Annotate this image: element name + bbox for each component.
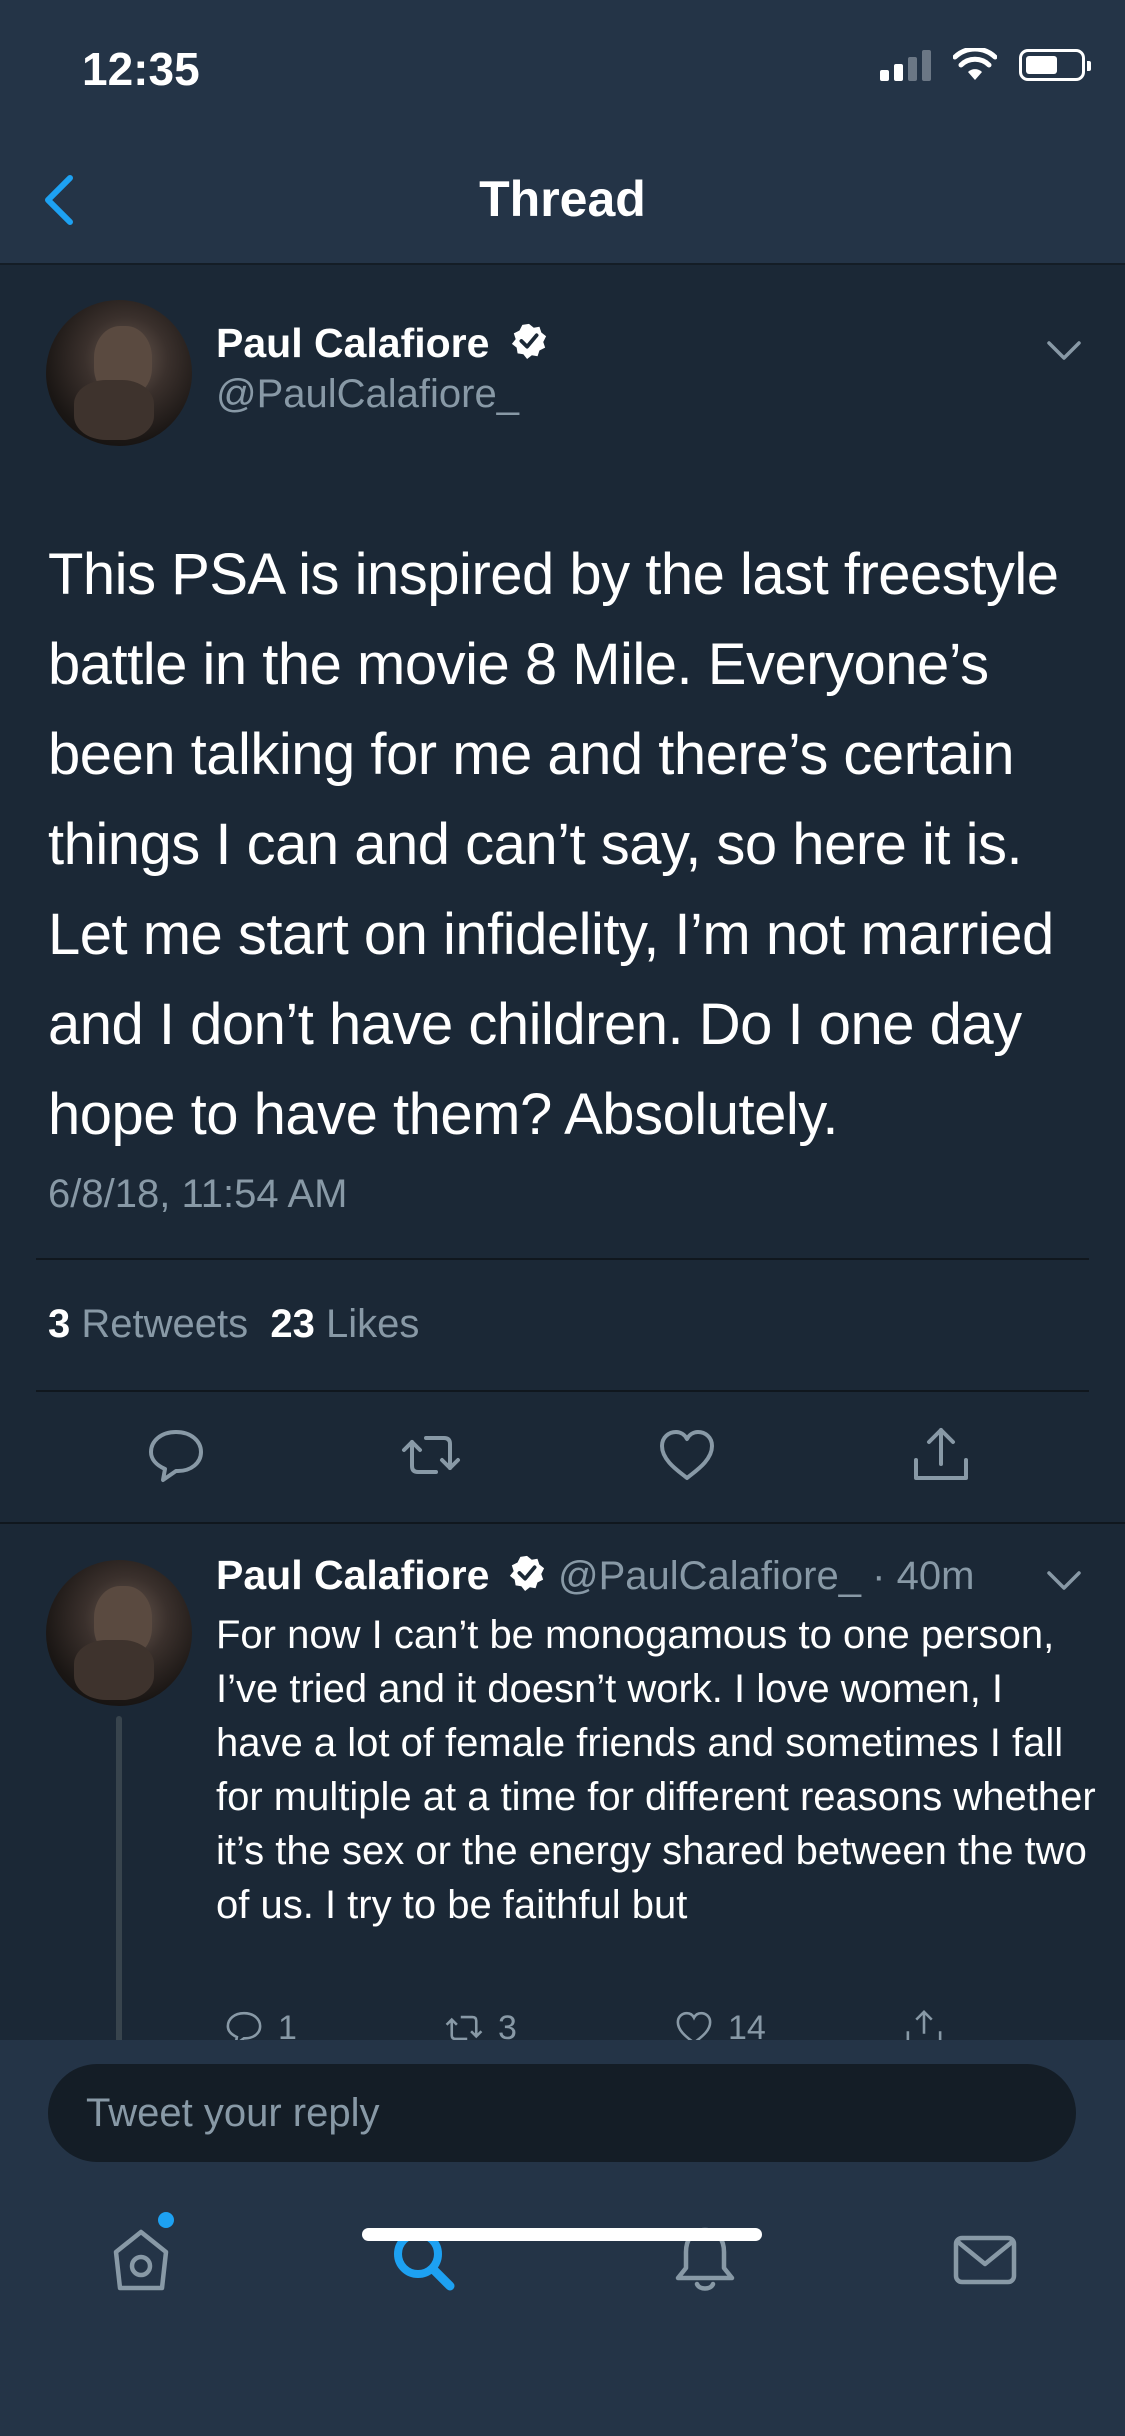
tweet-text: This PSA is inspired by the last freesty… [48,542,1059,1147]
reply-handle[interactable]: @PaulCalafiore_ [558,1554,861,1598]
envelope-icon[interactable] [948,2222,1022,2296]
tweet-timestamp: 6/8/18, 11:54 AM [48,1172,348,1216]
page-title: Thread [479,171,646,227]
reply-composer [0,2040,1125,2170]
battery-icon [1019,49,1091,81]
tweet-stats: 3 Retweets 23 Likes [48,1302,419,1347]
chevron-down-icon[interactable] [1046,1570,1082,1592]
tab-bar [0,2170,1125,2436]
reply-like-button[interactable]: 14 [672,2008,766,2040]
reply-meta: @PaulCalafiore_ · 40m [558,1554,974,1599]
avatar[interactable] [46,300,192,446]
verified-badge-icon [509,1555,545,1592]
reply-text: For now I can’t be monogamous to one per… [216,1613,1096,1927]
like-heart-icon [676,2011,712,2040]
avatar[interactable] [46,1560,192,1706]
share-icon [906,2010,942,2040]
reply-share-button[interactable] [902,2008,946,2040]
chevron-down-icon[interactable] [1046,340,1082,362]
status-bar: 12:35 [0,0,1125,130]
retweet-count: 3 [498,2008,517,2041]
home-icon[interactable] [104,2222,178,2296]
status-icons [880,48,1091,82]
status-time: 12:35 [82,43,200,95]
reply-retweet-button[interactable]: 3 [442,2008,517,2040]
share-icon[interactable] [910,1424,972,1486]
verified-badge-icon [511,323,547,360]
retweets-label[interactable]: Retweets [81,1302,248,1346]
reply-actions: 1 3 14 [216,2008,1016,2040]
reply-count: 1 [278,2008,297,2041]
home-indicator[interactable] [362,2228,762,2241]
reply-icon[interactable] [145,1424,207,1486]
author-handle[interactable]: @PaulCalafiore_ [216,372,519,417]
reply-icon [226,2011,262,2040]
retweet-icon[interactable] [400,1424,462,1486]
notification-dot [158,2212,174,2228]
divider [36,1258,1089,1260]
main-tweet[interactable]: Paul Calafiore @PaulCalafiore_ This PSA … [0,266,1125,1524]
reply-tweet[interactable]: Paul Calafiore @PaulCalafiore_ · 40m For… [0,1526,1125,2040]
reply-time: 40m [896,1554,975,1598]
retweet-icon [445,2015,483,2040]
divider [36,1390,1089,1392]
meta-separator: · [872,1554,886,1598]
reply-author-name[interactable]: Paul Calafiore [216,1552,489,1599]
likes-count[interactable]: 23 [270,1302,315,1346]
author-name[interactable]: Paul Calafiore [216,320,489,367]
likes-label[interactable]: Likes [326,1302,419,1346]
reply-input[interactable] [48,2064,1076,2162]
thread-line [116,1716,122,2040]
nav-bar: Thread [0,130,1125,265]
like-count: 14 [728,2008,766,2041]
wifi-icon [953,48,997,80]
like-heart-icon[interactable] [656,1424,718,1486]
cellular-signal-icon [880,49,931,81]
reply-reply-button[interactable]: 1 [222,2008,297,2040]
retweets-count[interactable]: 3 [48,1302,70,1346]
